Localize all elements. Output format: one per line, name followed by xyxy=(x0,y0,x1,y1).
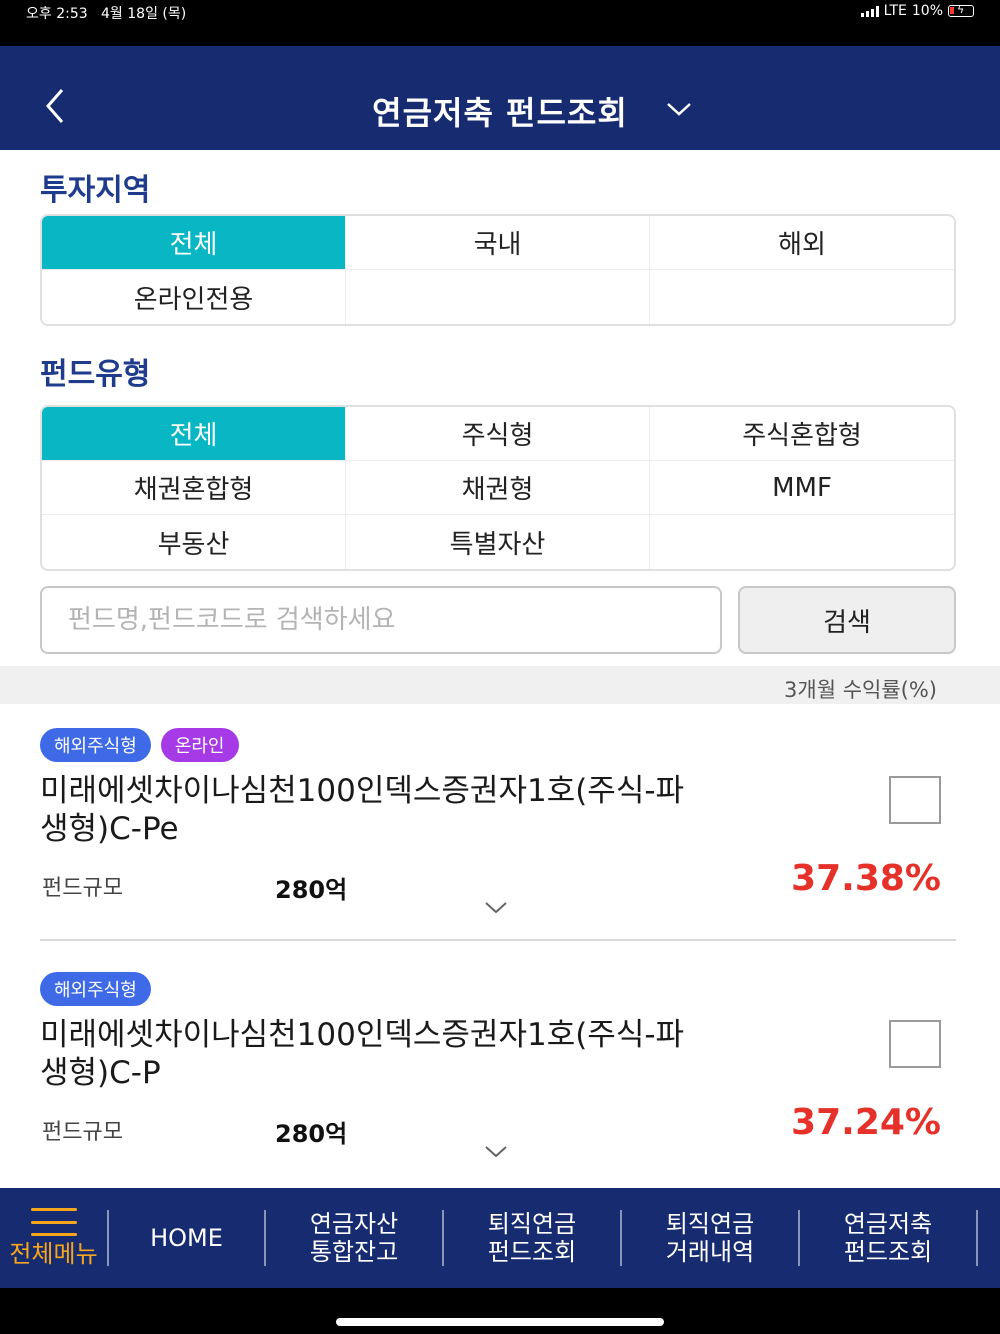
region-option-domestic[interactable]: 국내 xyxy=(346,216,650,270)
status-time-date: 오후 2:53 4월 18일 (목) xyxy=(26,3,186,23)
fund-return-value: 37.38% xyxy=(791,858,941,899)
region-options: 전체 국내 해외 온라인전용 xyxy=(40,214,956,326)
fund-type-label: 펀드유형 xyxy=(40,357,151,392)
fund-type-option-empty xyxy=(650,515,954,569)
search-button[interactable]: 검색 xyxy=(738,586,956,654)
battery-label: 10% xyxy=(911,3,943,19)
fund-type-option-mmf[interactable]: MMF xyxy=(650,461,954,515)
fund-size-label: 펀드규모 xyxy=(42,1120,123,1145)
fund-type-option-equity[interactable]: 주식형 xyxy=(346,407,650,461)
fund-type-option-special-asset[interactable]: 특별자산 xyxy=(346,515,650,569)
nav-savings-fund-search[interactable]: 연금저축 펀드조회 xyxy=(800,1188,976,1288)
fund-type-option-real-estate[interactable]: 부동산 xyxy=(42,515,346,569)
region-option-overseas[interactable]: 해외 xyxy=(650,216,954,270)
fund-size-value: 280억 xyxy=(275,876,348,904)
fund-list-item[interactable]: 해외주식형 미래에셋차이나심천100인덱스증권자1호(주식-파생형)C-P 펀드… xyxy=(40,972,956,1216)
full-menu-label: 전체메뉴 xyxy=(9,1240,98,1268)
home-indicator[interactable] xyxy=(336,1318,664,1326)
fund-type-option-equity-mixed[interactable]: 주식혼합형 xyxy=(650,407,954,461)
fund-type-option-bond[interactable]: 채권형 xyxy=(346,461,650,515)
app-header: 연금저축 펀드조회 xyxy=(0,46,1000,150)
hamburger-icon xyxy=(30,1208,77,1236)
divider xyxy=(40,939,956,941)
network-label: LTE xyxy=(883,3,907,19)
fund-type-options: 전체 주식형 주식혼합형 채권혼합형 채권형 MMF 부동산 특별자산 xyxy=(40,405,956,571)
nav-label-line1: 퇴직연금 xyxy=(665,1210,755,1238)
nav-retirement-transactions[interactable]: 퇴직연금 거래내역 xyxy=(622,1188,798,1288)
region-option-online[interactable]: 온라인전용 xyxy=(42,270,346,324)
fund-select-checkbox[interactable] xyxy=(889,776,941,824)
nav-label-line1: 연금저축 xyxy=(843,1210,933,1238)
bottom-navigation: 전체메뉴 HOME 연금자산 통합잔고 퇴직연금 펀드조회 퇴직연금 거래내역 … xyxy=(0,1188,1000,1288)
region-label: 투자지역 xyxy=(40,173,151,208)
list-header: 3개월 수익률(%) xyxy=(0,666,1000,704)
return-period-label: 3개월 수익률(%) xyxy=(784,678,937,702)
nav-label-line1: 퇴직연금 xyxy=(487,1210,577,1238)
nav-separator xyxy=(976,1210,978,1266)
status-bar: 오후 2:53 4월 18일 (목) LTE 10% ϟ xyxy=(0,0,1000,46)
nav-label-line2: 거래내역 xyxy=(665,1238,755,1266)
region-option-empty xyxy=(346,270,650,324)
nav-label-line2: 펀드조회 xyxy=(843,1238,933,1266)
fund-type-option-bond-mixed[interactable]: 채권혼합형 xyxy=(42,461,346,515)
page-title[interactable]: 연금저축 펀드조회 xyxy=(0,88,1000,134)
chevron-down-icon[interactable] xyxy=(483,900,509,916)
fund-badges: 해외주식형 온라인 xyxy=(40,728,239,762)
fund-badges: 해외주식형 xyxy=(40,972,151,1006)
home-indicator-area xyxy=(0,1288,1000,1334)
region-option-all[interactable]: 전체 xyxy=(42,216,346,270)
nav-pension-balance[interactable]: 연금자산 통합잔고 xyxy=(266,1188,442,1288)
status-indicators: LTE 10% ϟ xyxy=(860,3,974,19)
battery-icon: ϟ xyxy=(948,3,974,17)
status-time: 오후 2:53 xyxy=(26,6,88,22)
fund-name[interactable]: 미래에셋차이나심천100인덱스증권자1호(주식-파생형)C-P xyxy=(40,1016,700,1092)
fund-type-badge: 해외주식형 xyxy=(40,728,151,762)
fund-size-label: 펀드규모 xyxy=(42,876,123,901)
status-date: 4월 18일 (목) xyxy=(101,6,187,22)
fund-size-value: 280억 xyxy=(275,1120,348,1148)
nav-label-line1: 연금자산 xyxy=(309,1210,399,1238)
nav-home[interactable]: HOME xyxy=(109,1188,264,1288)
chevron-down-icon[interactable] xyxy=(483,1144,509,1160)
fund-list-item[interactable]: 해외주식형 온라인 미래에셋차이나심천100인덱스증권자1호(주식-파생형)C-… xyxy=(40,728,956,972)
full-menu-button[interactable]: 전체메뉴 xyxy=(0,1188,107,1288)
fund-select-checkbox[interactable] xyxy=(889,1020,941,1068)
nav-label-line2: 펀드조회 xyxy=(487,1238,577,1266)
signal-icon xyxy=(860,5,879,17)
region-option-empty xyxy=(650,270,954,324)
search-input[interactable] xyxy=(40,586,722,654)
nav-retirement-fund-search[interactable]: 퇴직연금 펀드조회 xyxy=(444,1188,620,1288)
nav-label-line2: 통합잔고 xyxy=(309,1238,399,1266)
fund-type-badge: 해외주식형 xyxy=(40,972,151,1006)
online-badge: 온라인 xyxy=(160,728,239,762)
chevron-down-icon[interactable] xyxy=(665,100,693,118)
fund-return-value: 37.24% xyxy=(791,1102,941,1143)
nav-home-label: HOME xyxy=(150,1224,223,1252)
fund-name[interactable]: 미래에셋차이나심천100인덱스증권자1호(주식-파생형)C-Pe xyxy=(40,772,700,848)
fund-type-option-all[interactable]: 전체 xyxy=(42,407,346,461)
